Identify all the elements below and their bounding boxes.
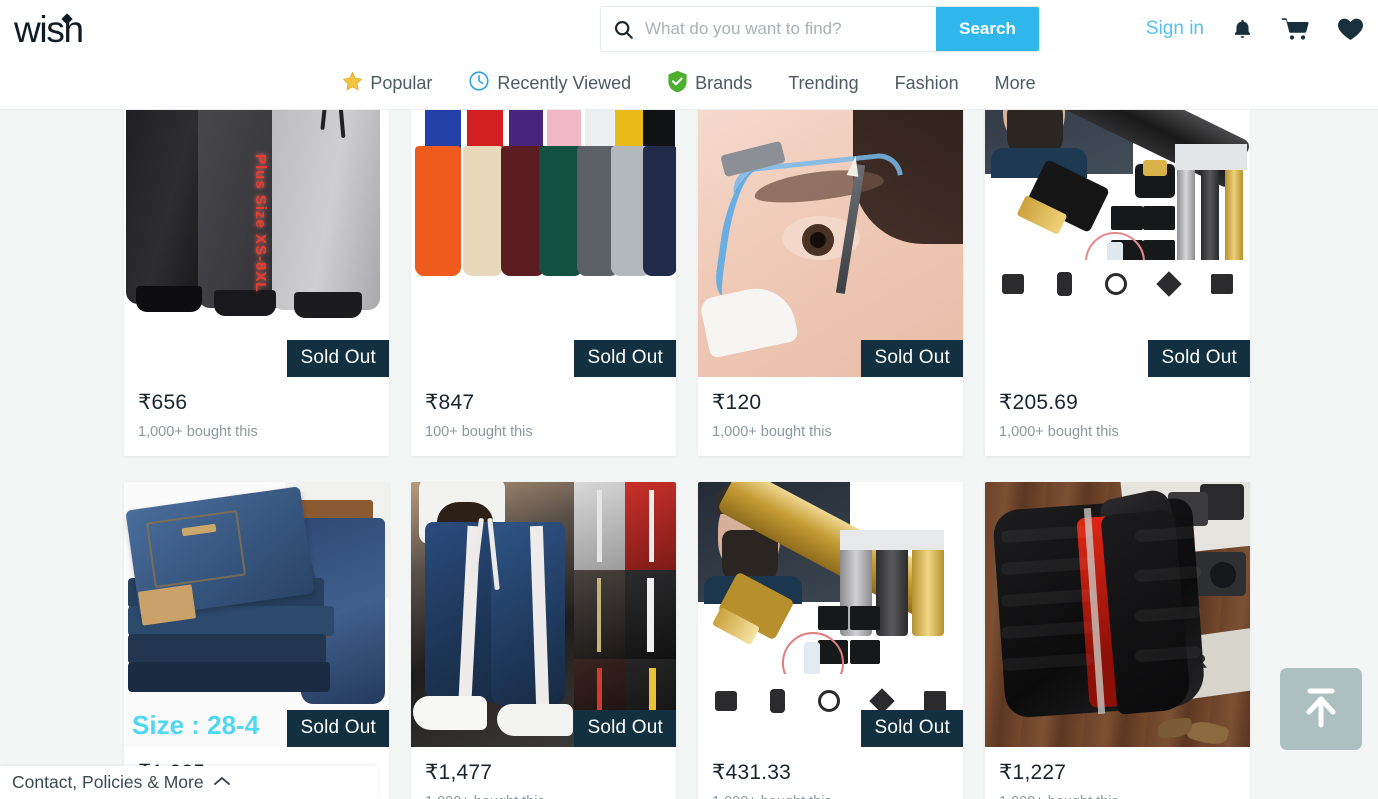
search-input[interactable] [645,7,936,51]
footer-contact-policies-bar[interactable]: Contact, Policies & More [0,766,378,799]
product-image: Sold Out [411,110,676,377]
product-bought-count: 1,000+ bought this [999,794,1236,799]
product-price: ₹120 [712,391,762,414]
product-image: Size : 28-4 Sold Out [124,482,389,747]
product-image: Sold Out [698,482,963,747]
product-bought-count: 100+ bought this [425,424,533,440]
category-nav: Popular Recently Viewed Brands Trending … [0,58,1378,110]
product-price: ₹1,227 [999,761,1067,784]
nav-label-popular: Popular [370,73,433,93]
nav-label-fashion: Fashion [894,73,959,93]
nav-item-fashion[interactable]: Fashion [877,73,977,94]
shield-check-icon [667,70,688,98]
product-card[interactable]: Size : 28-4 Sold Out ₹1,005 1,000+ bough… [124,482,389,799]
product-card[interactable]: RR ₹1,227 1,000+ bou [985,482,1250,799]
product-info: ₹1,227 1,000+ bought this [985,747,1250,799]
product-image: Plus Size XS-8XL Sold Out [124,110,389,377]
product-image: RR [985,482,1250,747]
product-card[interactable]: Sold Out ₹1,477 1,000+ bought this [411,482,676,799]
sold-out-badge: Sold Out [287,340,389,377]
product-image: Sold Out [985,110,1250,377]
product-feed[interactable]: Plus Size XS-8XL Sold Out ₹656 1,000+ bo… [0,110,1378,799]
nav-item-popular[interactable]: Popular [324,71,450,97]
chevron-up-icon [213,774,231,792]
nav-label-trending: Trending [788,73,859,93]
product-overlay-text: Size : 28-4 [132,710,260,740]
product-info: ₹120 1,000+ bought this [698,377,963,456]
wish-logo[interactable]: wish [14,8,84,50]
product-image: Sold Out [698,110,963,377]
product-bought-count: 1,000+ bought this [425,794,662,799]
product-card[interactable]: Sold Out ₹431.33 1,000+ bought this [698,482,963,799]
search-button[interactable]: Search [936,7,1039,51]
nav-item-recently-viewed[interactable]: Recently Viewed [450,70,649,97]
product-price: ₹431.33 [712,761,791,784]
product-price: ₹205.69 [999,391,1078,414]
sign-in-link[interactable]: Sign in [1146,18,1204,40]
search-bar[interactable]: Search [600,6,1040,52]
product-bought-count: 1,000+ bought this [712,794,949,799]
product-info: ₹656 1,000+ bought this [124,377,389,456]
product-info: ₹431.33 1,000+ bought this [698,747,963,799]
cart-icon[interactable] [1281,16,1311,42]
footer-label: Contact, Policies & More [12,772,204,792]
product-overlay-text: Plus Size XS-8XL [252,154,269,293]
sold-out-badge: Sold Out [861,340,963,377]
sold-out-badge: Sold Out [574,710,676,747]
product-grid: Plus Size XS-8XL Sold Out ₹656 1,000+ bo… [124,110,1378,799]
nav-item-brands[interactable]: Brands [649,70,770,98]
product-bought-count: 1,000+ bought this [999,424,1119,440]
sold-out-badge: Sold Out [861,710,963,747]
product-card[interactable]: Sold Out ₹847 100+ bought this [411,110,676,456]
heart-icon[interactable] [1337,17,1364,42]
product-info: ₹205.69 1,000+ bought this [985,377,1250,456]
nav-label-more: More [994,73,1036,93]
product-bought-count: 1,000+ bought this [138,424,258,440]
nav-item-trending[interactable]: Trending [770,73,876,94]
sold-out-badge: Sold Out [1148,340,1250,377]
product-card[interactable]: Sold Out ₹205.69 1,000+ bought this [985,110,1250,456]
site-header: wish Search Sign in [0,0,1378,58]
nav-label-recently-viewed: Recently Viewed [497,73,632,93]
sold-out-badge: Sold Out [574,340,676,377]
product-price: ₹656 [138,391,188,414]
sold-out-badge: Sold Out [287,710,389,747]
search-icon [601,19,645,40]
product-price: ₹847 [425,391,475,414]
nav-item-more[interactable]: More [977,73,1054,94]
scroll-to-top-button[interactable] [1280,668,1362,750]
bell-icon[interactable] [1230,17,1255,42]
product-price: ₹1,477 [425,761,493,784]
product-bought-count: 1,000+ bought this [712,424,832,440]
wish-logo-text: wish [14,8,84,50]
product-info: ₹1,477 1,000+ bought this [411,747,676,799]
nav-label-brands: Brands [695,73,753,93]
product-card[interactable]: Plus Size XS-8XL Sold Out ₹656 1,000+ bo… [124,110,389,456]
product-image: Sold Out [411,482,676,747]
clock-icon [468,70,490,97]
product-info: ₹847 100+ bought this [411,377,676,456]
arrow-up-to-bar-icon [1300,685,1342,734]
star-icon [342,71,363,97]
product-card[interactable]: Sold Out ₹120 1,000+ bought this [698,110,963,456]
header-actions: Sign in [1146,0,1364,58]
